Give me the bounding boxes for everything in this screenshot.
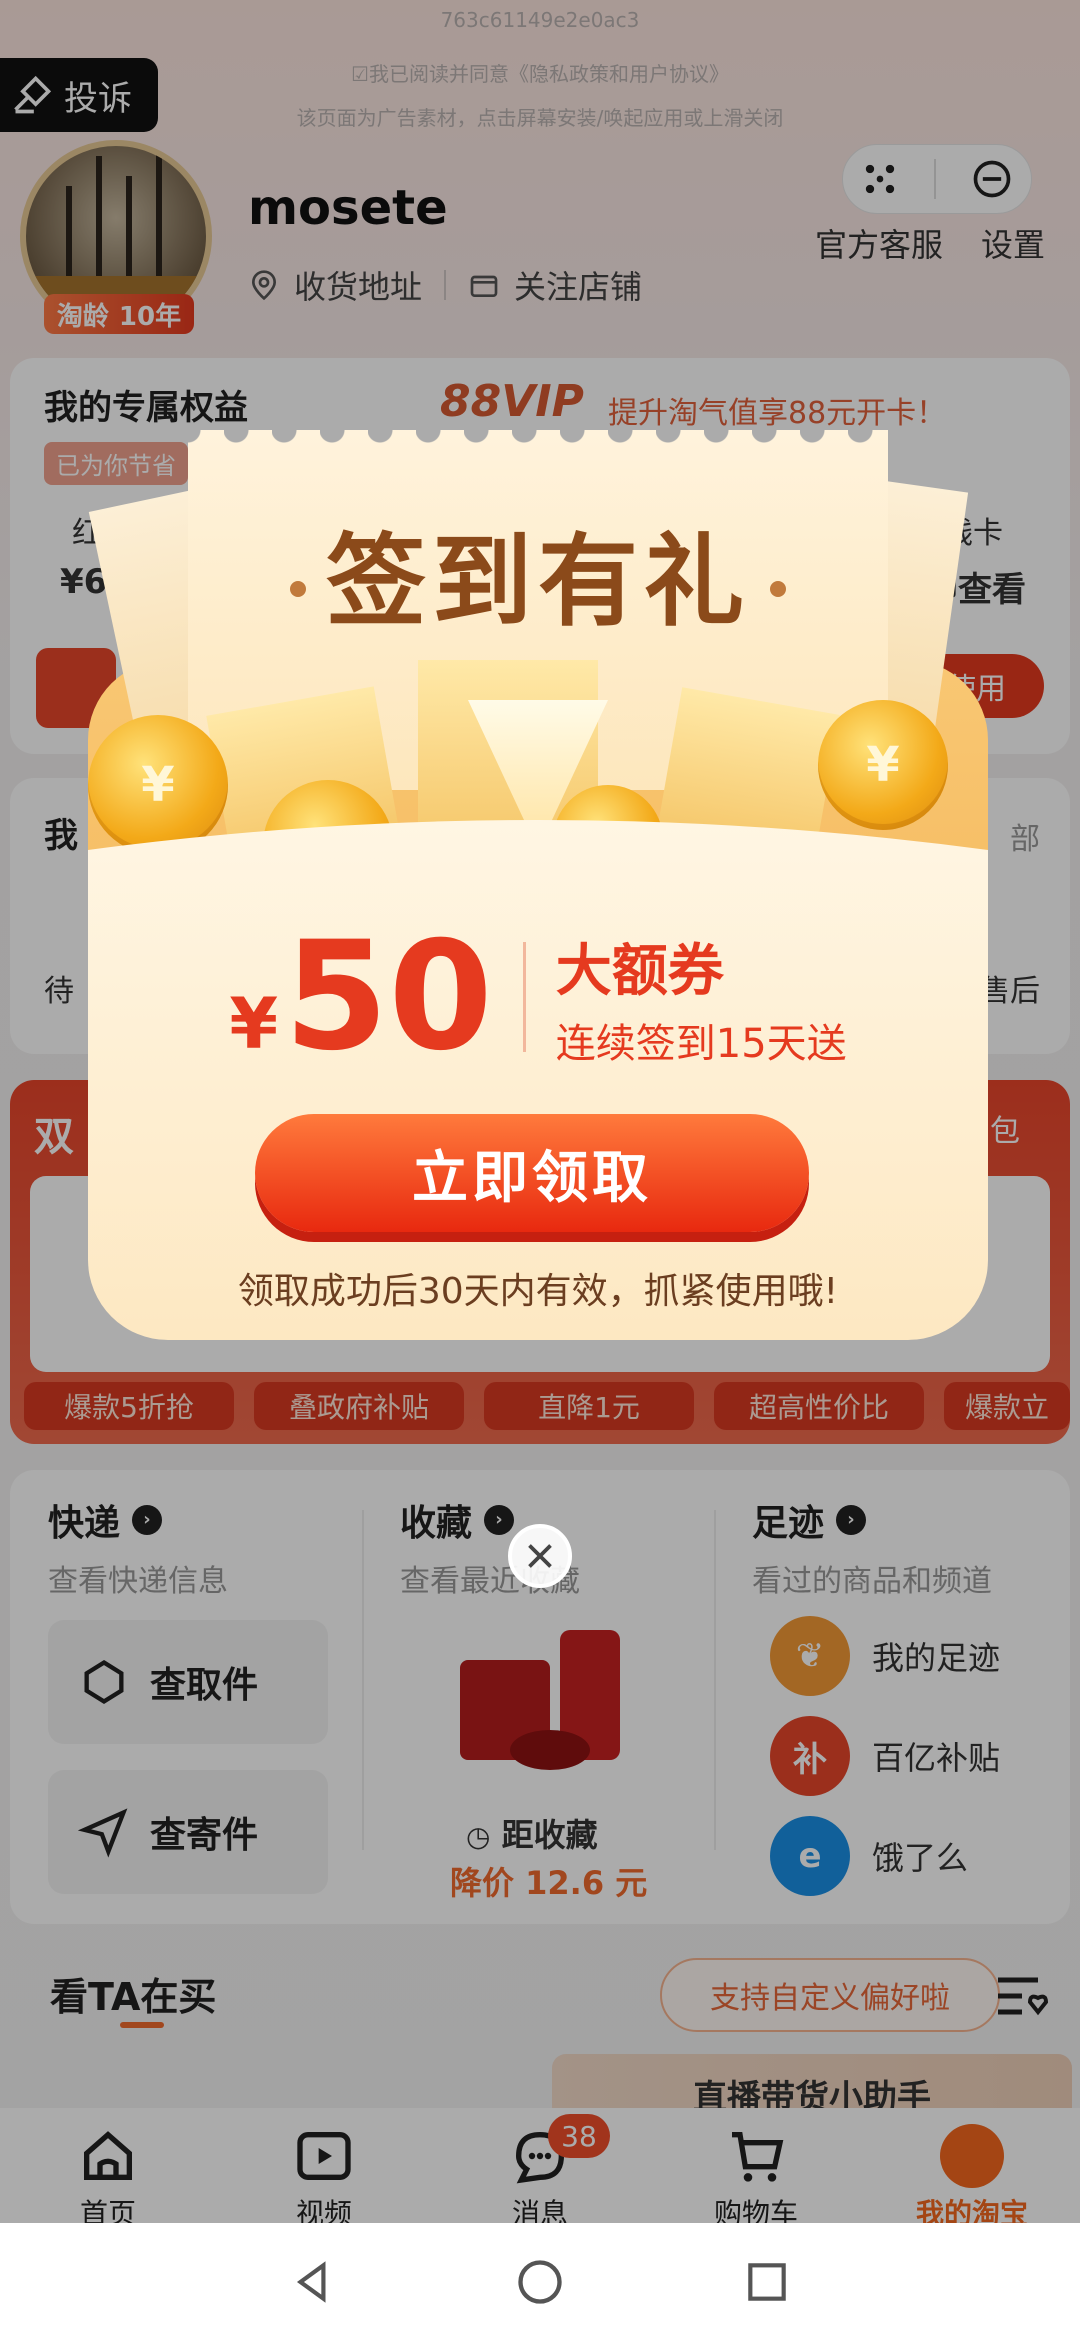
coupon-info: ¥ 50 大额券 连续签到15天送: [88, 922, 988, 1072]
coupon-title: 大额券: [555, 938, 724, 1004]
home-circle-icon[interactable]: [514, 2256, 566, 2308]
coupon-currency: ¥: [229, 983, 279, 1065]
back-icon[interactable]: [288, 2257, 338, 2307]
system-navigation-bar: [0, 2223, 1080, 2340]
coupon-description: 大额券 连续签到15天送: [556, 926, 847, 1069]
gold-coin-icon: ¥: [88, 715, 228, 855]
recents-square-icon[interactable]: [742, 2257, 792, 2307]
gold-coin-icon: ¥: [818, 700, 948, 830]
coupon-subtitle: 连续签到15天送: [555, 1020, 847, 1067]
validity-note: 领取成功后30天内有效，抓紧使用哦!: [237, 1271, 839, 1312]
title-dot: [770, 580, 786, 597]
claim-now-button[interactable]: 立即领取: [255, 1114, 809, 1232]
popup-close-button[interactable]: [508, 1524, 572, 1588]
coupon-value: 50: [284, 910, 493, 1084]
popup-title-text: 签到有礼: [326, 523, 750, 640]
close-icon: [528, 1544, 552, 1568]
coupon-amount: ¥ 50: [229, 922, 492, 1072]
coupon-divider: [522, 942, 526, 1052]
popup-title: 签到有礼: [188, 500, 888, 645]
signin-gift-popup[interactable]: 签到有礼 ¥ ¥ ¥ ¥ ¥ 50 大额券 连续签到15天送 立即领取 领取成功…: [88, 400, 988, 1400]
envelope-front: [88, 810, 988, 1340]
title-dot: [290, 580, 306, 597]
